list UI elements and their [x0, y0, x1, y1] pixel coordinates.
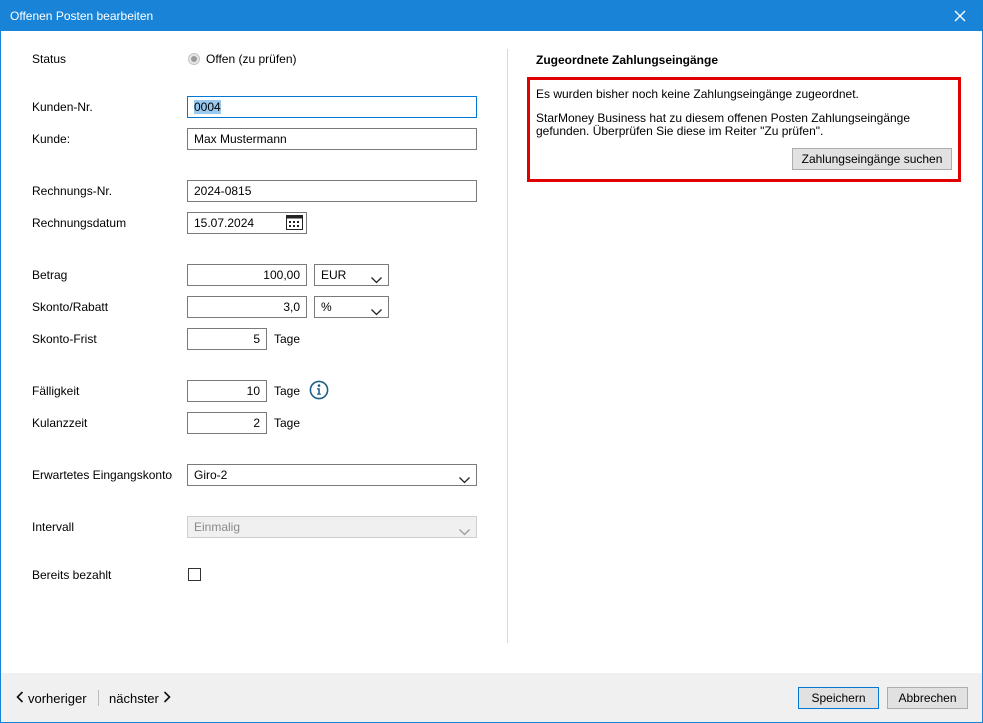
kunden-nr-value: 0004: [194, 100, 221, 114]
found-payments-message: StarMoney Business hat zu diesem offenen…: [536, 111, 911, 138]
rechnungs-nr-input[interactable]: 2024-0815: [187, 180, 477, 202]
kunden-nr-input[interactable]: 0004: [187, 96, 477, 118]
currency-select[interactable]: EUR: [314, 264, 389, 286]
skonto-frist-input[interactable]: 5: [187, 328, 267, 350]
previous-label: vorheriger: [28, 691, 87, 706]
betrag-label: Betrag: [32, 268, 68, 282]
faelligkeit-label: Fälligkeit: [32, 384, 80, 398]
rechnungs-nr-label: Rechnungs-Nr.: [32, 184, 113, 198]
previous-button[interactable]: vorheriger: [16, 691, 87, 706]
skonto-unit-value: %: [321, 300, 332, 314]
status-label: Status: [32, 52, 67, 66]
betrag-input[interactable]: 100,00: [187, 264, 307, 286]
bereits-bezahlt-label: Bereits bezahlt: [32, 568, 112, 582]
kunde-label: Kunde:: [32, 132, 71, 146]
faelligkeit-input[interactable]: 10: [187, 380, 267, 402]
currency-value: EUR: [321, 268, 347, 282]
close-icon[interactable]: [938, 1, 982, 31]
skonto-unit-select[interactable]: %: [314, 296, 389, 318]
rechnungsdatum-value: 15.07.2024: [194, 216, 255, 230]
rechnungsdatum-label: Rechnungsdatum: [32, 216, 127, 230]
chevron-down-icon: [371, 302, 382, 317]
zahlungseingaenge-suchen-button[interactable]: Zahlungseingänge suchen: [792, 148, 952, 170]
intervall-label: Intervall: [32, 520, 75, 534]
window-title: Offenen Posten bearbeiten: [10, 9, 154, 23]
bereits-bezahlt-checkbox[interactable]: [188, 568, 201, 581]
intervall-value: Einmalig: [194, 520, 241, 534]
chevron-right-icon: [163, 691, 171, 706]
status-value: Offen (zu prüfen): [206, 52, 297, 66]
kunden-nr-label: Kunden-Nr.: [32, 100, 93, 114]
next-button[interactable]: nächster: [109, 691, 171, 706]
rechnungsdatum-input[interactable]: 15.07.2024: [187, 212, 307, 234]
eingangskonto-select[interactable]: Giro-2: [187, 464, 477, 486]
intervall-select: Einmalig: [187, 516, 477, 538]
info-icon[interactable]: [309, 380, 329, 403]
chevron-left-icon: [16, 691, 24, 706]
cancel-button[interactable]: Abbrechen: [887, 687, 968, 709]
skonto-input[interactable]: 3,0: [187, 296, 307, 318]
nav-divider: [98, 690, 99, 706]
dialog-window: Offenen Posten bearbeiten Status Offen (…: [0, 0, 983, 723]
panel-title: Zugeordnete Zahlungseingänge: [536, 53, 719, 67]
next-label: nächster: [109, 691, 159, 706]
chevron-down-icon: [459, 522, 470, 537]
save-button[interactable]: Speichern: [798, 687, 879, 709]
eingangskonto-value: Giro-2: [194, 468, 228, 482]
skonto-label: Skonto/Rabatt: [32, 300, 109, 314]
skonto-frist-label: Skonto-Frist: [32, 332, 97, 346]
chevron-down-icon: [371, 270, 382, 285]
eingangskonto-label: Erwartetes Eingangskonto: [32, 468, 173, 482]
title-bar: Offenen Posten bearbeiten: [1, 1, 982, 31]
kulanzzeit-label: Kulanzzeit: [32, 416, 88, 430]
calendar-icon[interactable]: [286, 215, 303, 233]
status-radio: [188, 53, 200, 65]
vertical-divider: [507, 49, 508, 643]
kunde-input[interactable]: Max Mustermann: [187, 128, 477, 150]
chevron-down-icon: [459, 470, 470, 485]
kulanzzeit-input[interactable]: 2: [187, 412, 267, 434]
faelligkeit-unit: Tage: [274, 384, 301, 398]
skonto-frist-unit: Tage: [274, 332, 301, 346]
zahlungseingaenge-box: Es wurden bisher noch keine Zahlungseing…: [527, 77, 961, 182]
kulanzzeit-unit: Tage: [274, 416, 301, 430]
no-payments-message: Es wurden bisher noch keine Zahlungseing…: [536, 87, 859, 101]
